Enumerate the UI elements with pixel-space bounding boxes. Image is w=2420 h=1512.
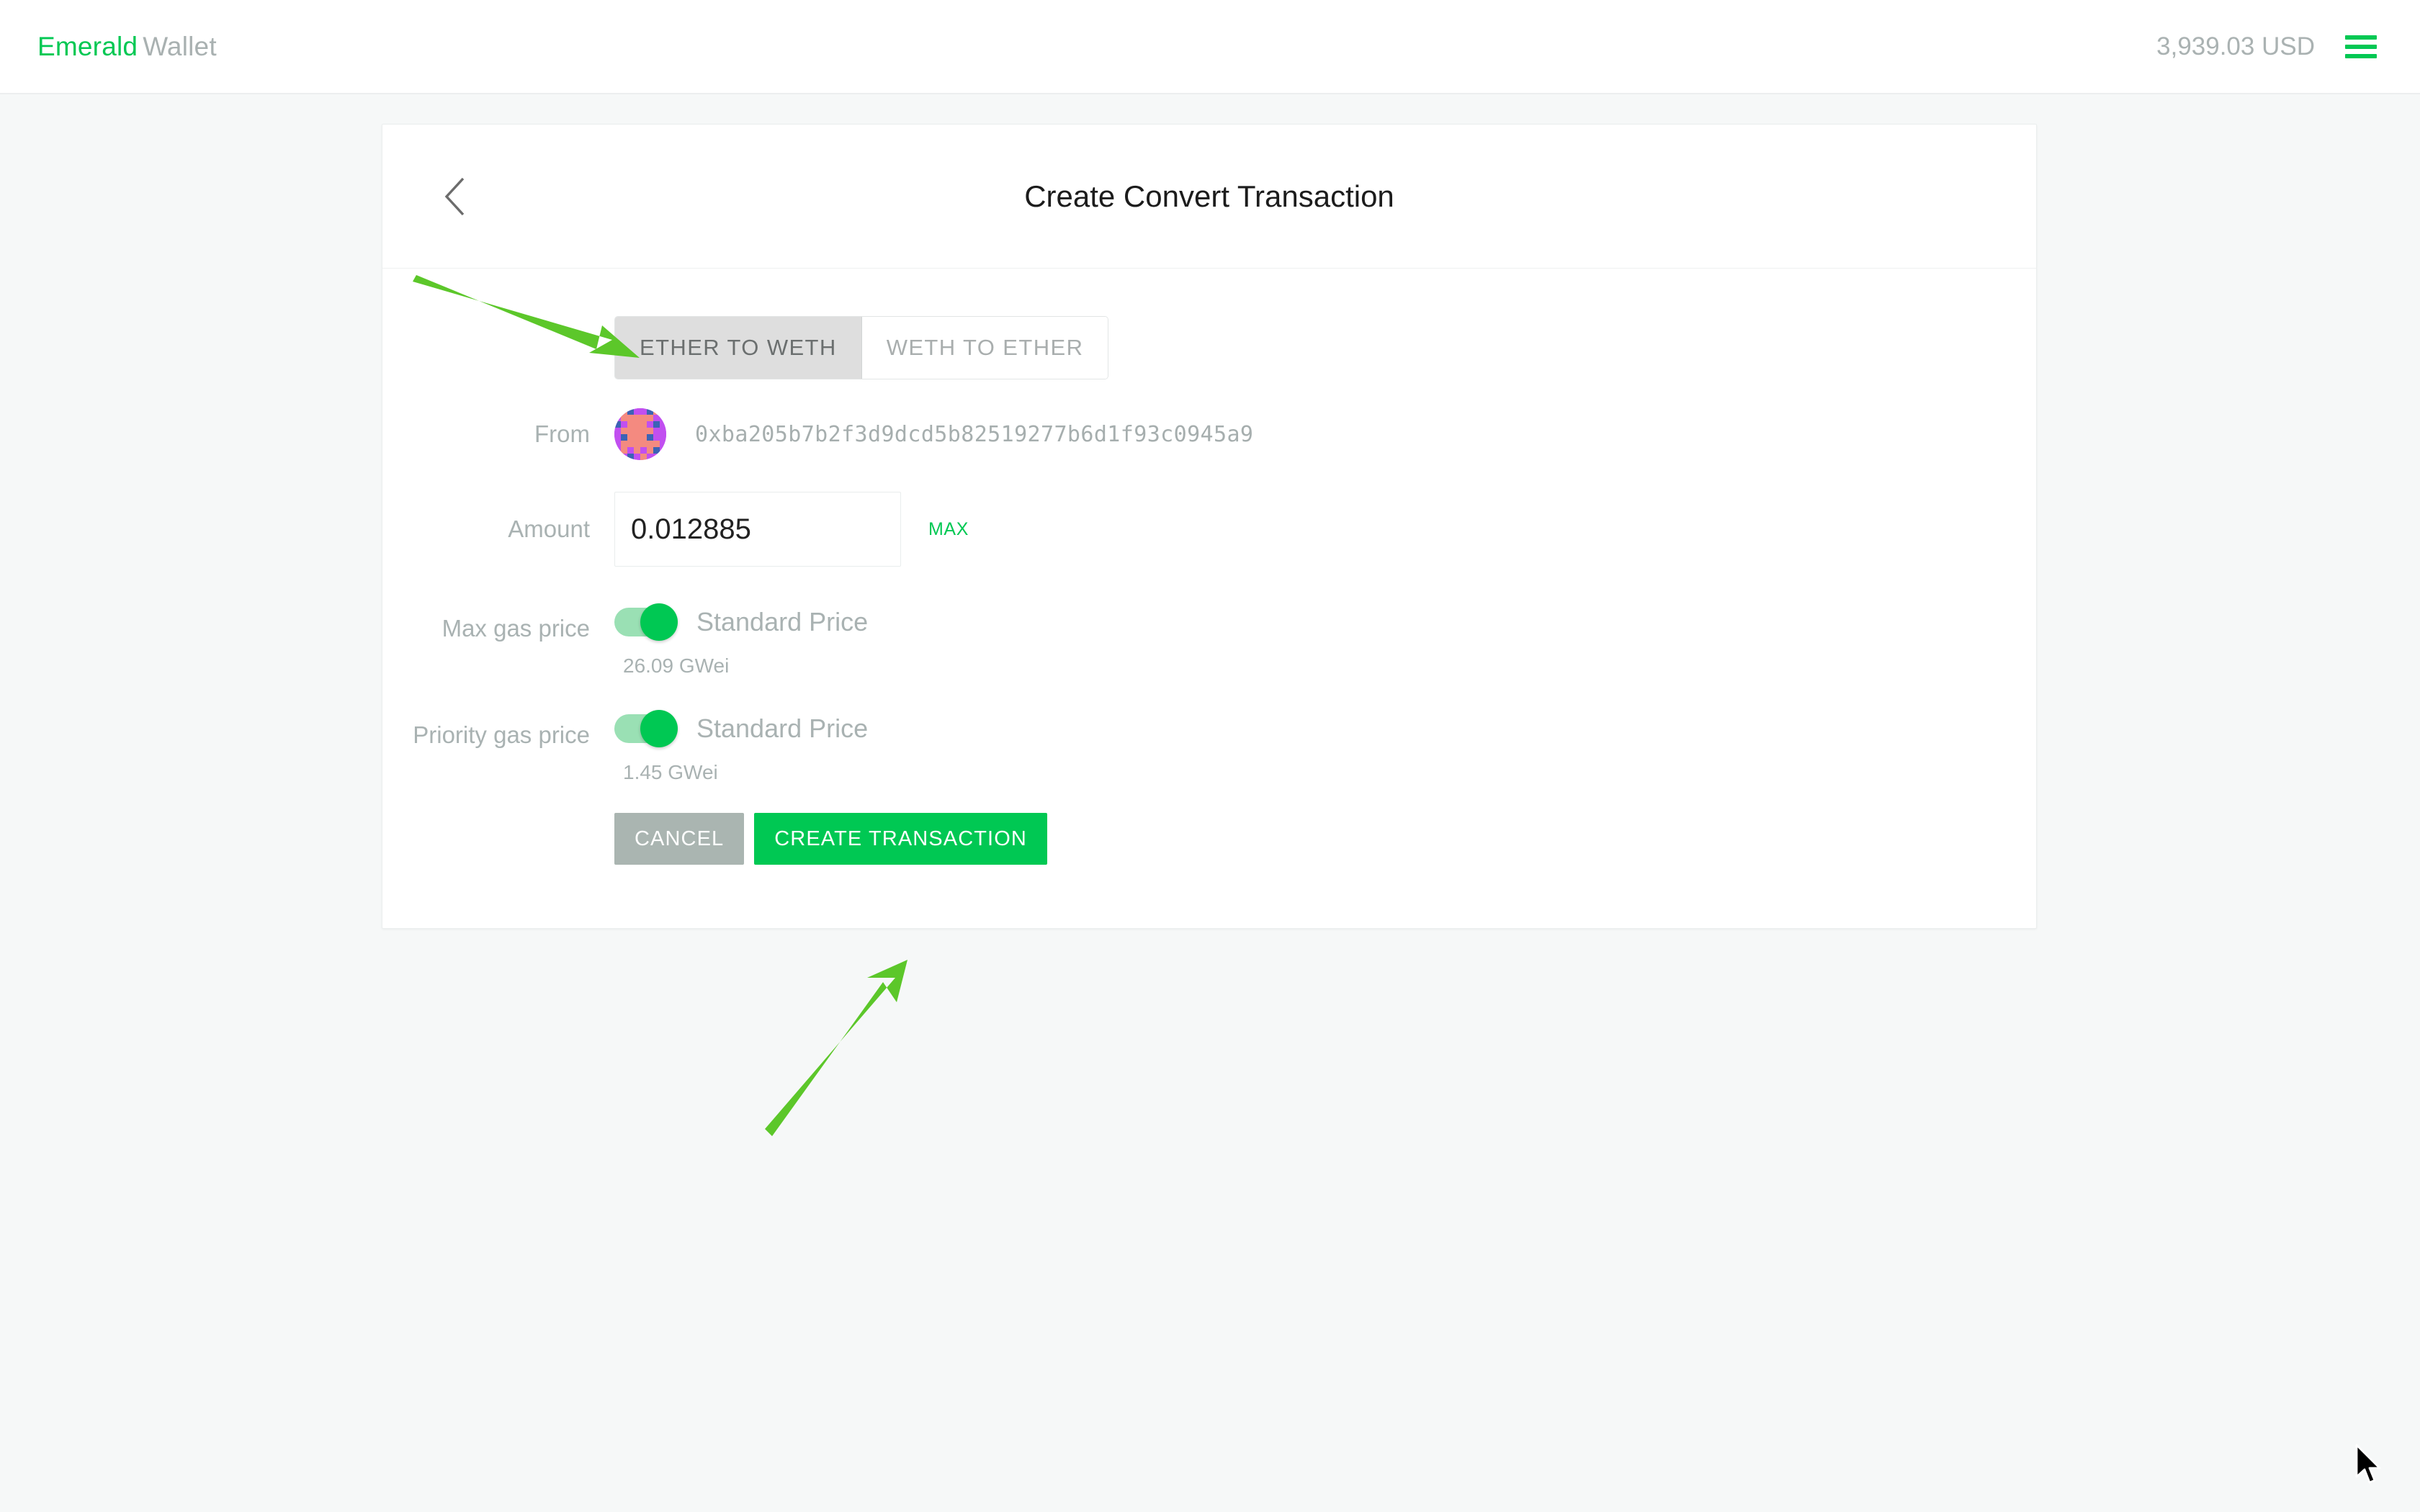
hamburger-bar-3 [2345, 54, 2377, 58]
chevron-left-icon[interactable] [433, 175, 476, 218]
amount-row: Amount MAX [382, 492, 2036, 567]
brand-name-primary: Emerald [37, 32, 138, 61]
total-balance-usd: 3,939.03 USD [2156, 32, 2315, 61]
cancel-button[interactable]: CANCEL [614, 813, 744, 865]
tab-ether-to-weth[interactable]: ETHER TO WETH [615, 317, 862, 379]
from-address-value: 0xba205b7b2f3d9dcd5b82519277b6d1f93c0945… [666, 422, 1253, 447]
card-body: ETHER TO WETH WETH TO ETHER From [382, 269, 2036, 928]
amount-input-group: MAX [614, 492, 2036, 567]
direction-toggle-row: ETHER TO WETH WETH TO ETHER [382, 316, 2036, 379]
priority-gas-price-mode: Standard Price [678, 714, 868, 744]
create-convert-transaction-card: Create Convert Transaction ETHER TO WETH… [382, 124, 2037, 929]
amount-input[interactable] [614, 492, 901, 567]
amount-label: Amount [382, 492, 614, 567]
action-button-group: CANCEL CREATE TRANSACTION [614, 813, 2036, 865]
tab-weth-to-ether[interactable]: WETH TO ETHER [862, 317, 1108, 379]
max-gas-price-field: Standard Price 26.09 GWei [614, 600, 2036, 678]
actions-row: CANCEL CREATE TRANSACTION [382, 813, 2036, 865]
max-gas-price-mode: Standard Price [678, 607, 868, 637]
priority-gas-price-value: 1.45 GWei [614, 751, 2036, 784]
actions-field: CANCEL CREATE TRANSACTION [614, 813, 2036, 865]
amount-field: MAX [614, 492, 2036, 567]
create-transaction-button[interactable]: CREATE TRANSACTION [754, 813, 1047, 865]
app-brand-logo[interactable]: EmeraldWallet [37, 32, 217, 62]
from-label: From [382, 404, 614, 464]
arrow-to-create-transaction-button [765, 960, 908, 1136]
hamburger-bar-2 [2345, 45, 2377, 49]
from-field: 0xba205b7b2f3d9dcd5b82519277b6d1f93c0945… [614, 408, 2036, 460]
app-header-right-group: 3,939.03 USD [2156, 32, 2377, 61]
priority-gas-price-toggle-knob [640, 710, 678, 747]
mouse-cursor [2354, 1444, 2385, 1487]
conversion-direction-toggle-group: ETHER TO WETH WETH TO ETHER [614, 316, 1108, 379]
direction-toggle-field: ETHER TO WETH WETH TO ETHER [614, 316, 2036, 379]
hamburger-menu-icon[interactable] [2345, 35, 2377, 58]
identicon-avatar [614, 408, 666, 460]
priority-gas-price-label: Priority gas price [382, 706, 614, 751]
from-row: From [382, 404, 2036, 464]
page-title: Create Convert Transaction [382, 179, 2036, 214]
max-amount-button[interactable]: MAX [901, 519, 969, 540]
max-gas-price-label: Max gas price [382, 600, 614, 644]
max-gas-price-toggle[interactable] [614, 603, 678, 641]
priority-gas-price-toggle[interactable] [614, 710, 678, 747]
max-gas-price-control-group: Standard Price [614, 600, 2036, 644]
app-header-bar: EmeraldWallet 3,939.03 USD [0, 0, 2420, 94]
max-gas-price-value: 26.09 GWei [614, 644, 2036, 678]
hamburger-bar-1 [2345, 35, 2377, 40]
priority-gas-price-row: Priority gas price Standard Price 1.45 G… [382, 706, 2036, 784]
priority-gas-price-control-group: Standard Price [614, 706, 2036, 751]
from-account-group[interactable]: 0xba205b7b2f3d9dcd5b82519277b6d1f93c0945… [614, 408, 2036, 460]
card-header: Create Convert Transaction [382, 125, 2036, 269]
brand-name-secondary: Wallet [138, 32, 217, 61]
max-gas-price-toggle-knob [640, 603, 678, 641]
priority-gas-price-field: Standard Price 1.45 GWei [614, 706, 2036, 784]
max-gas-price-row: Max gas price Standard Price 26.09 GWei [382, 600, 2036, 678]
